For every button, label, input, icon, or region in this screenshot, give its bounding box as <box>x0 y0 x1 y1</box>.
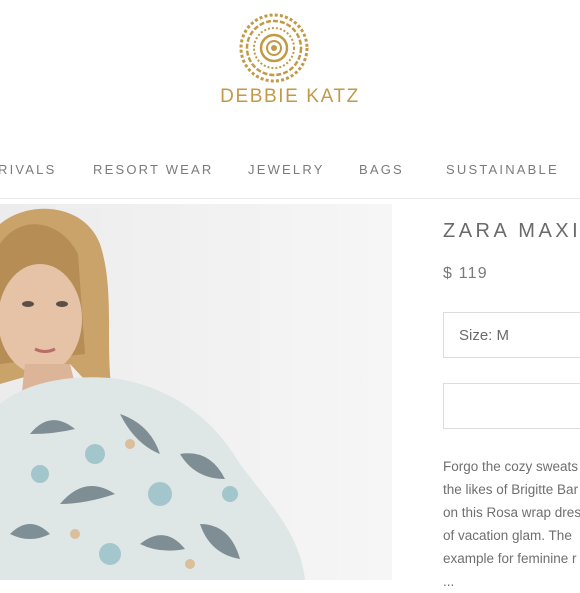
description-line: the likes of Brigitte Bar <box>443 482 579 497</box>
nav-item-arrivals[interactable]: RIVALS <box>0 162 56 177</box>
product-image[interactable] <box>0 204 392 580</box>
size-select[interactable]: Size: M <box>443 312 580 358</box>
nav-divider <box>0 198 580 199</box>
mandala-logo-icon[interactable] <box>238 12 310 84</box>
description-line: on this Rosa wrap dres <box>443 505 580 520</box>
description-line: of vacation glam. The <box>443 528 572 543</box>
main-navigation: RIVALS RESORT WEAR JEWELRY BAGS SUSTAINA… <box>0 162 580 182</box>
product-price: $ 119 <box>443 265 488 282</box>
nav-item-bags[interactable]: BAGS <box>359 162 404 177</box>
description-line: Forgo the cozy sweats <box>443 459 579 474</box>
description-line: example for feminine r <box>443 551 577 566</box>
size-select-value: Size: M <box>459 327 510 344</box>
product-title: ZARA MAXI <box>443 220 580 242</box>
nav-item-sustainable[interactable]: SUSTAINABLE <box>446 162 559 177</box>
brand-name: DEBBIE KATZ <box>220 86 360 107</box>
nav-item-resort-wear[interactable]: RESORT WEAR <box>93 162 214 177</box>
description-line: ... <box>443 574 455 589</box>
product-description: Forgo the cozy sweats the likes of Brigi… <box>443 455 580 593</box>
add-to-cart-button[interactable] <box>443 383 580 429</box>
nav-item-jewelry[interactable]: JEWELRY <box>248 162 325 177</box>
